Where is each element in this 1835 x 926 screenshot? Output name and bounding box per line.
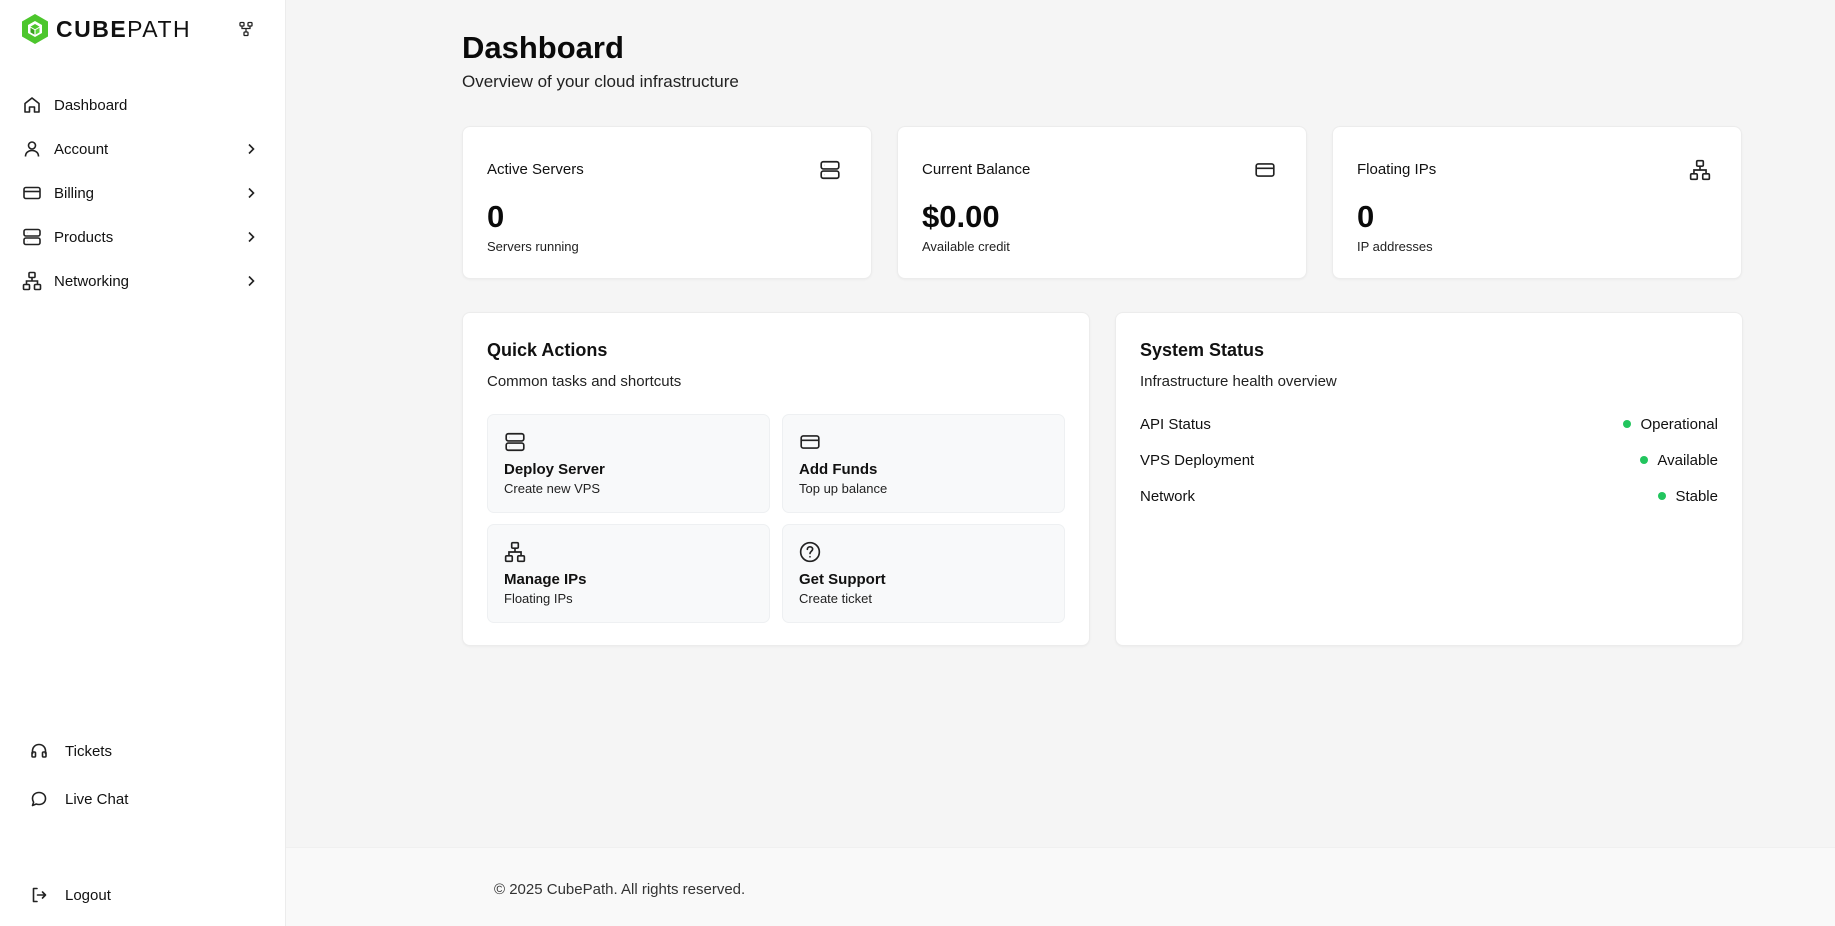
sidebar-item-account[interactable]: Account: [0, 127, 286, 171]
action-title: Deploy Server: [504, 461, 605, 478]
action-subtitle: Create ticket: [799, 591, 872, 606]
main-content: Dashboard Overview of your cloud infrast…: [286, 0, 1835, 926]
action-subtitle: Create new VPS: [504, 481, 601, 496]
home-icon: [22, 95, 42, 115]
sidebar-item-products[interactable]: Products: [0, 215, 286, 259]
chevron-right-icon: [244, 186, 258, 200]
server-icon: [504, 431, 526, 453]
sidebar-item-networking[interactable]: Networking: [0, 259, 286, 303]
status-row-network: Network Stable: [1140, 484, 1718, 508]
status-label: Network: [1140, 487, 1196, 505]
server-icon: [22, 227, 42, 247]
get-support-button[interactable]: Get Support Create ticket: [782, 524, 1065, 623]
status-value: Available: [1657, 451, 1718, 469]
page-subtitle: Overview of your cloud infrastructure: [462, 72, 739, 91]
stat-card-floating-ips: Floating IPs 0 IP addresses: [1332, 126, 1742, 279]
credit-card-icon: [1254, 159, 1276, 181]
stat-title: Floating IPs: [1357, 161, 1437, 178]
quick-actions-panel: Quick Actions Common tasks and shortcuts…: [462, 312, 1090, 646]
panel-title: System Status: [1140, 340, 1265, 360]
sidebar-item-logout[interactable]: Logout: [0, 871, 286, 919]
action-title: Get Support: [799, 571, 886, 588]
sidebar-nav: Dashboard Account Billing Products Netwo…: [0, 83, 286, 303]
chevron-right-icon: [244, 274, 258, 288]
action-subtitle: Top up balance: [799, 481, 888, 496]
sidebar-logout-area: Logout: [0, 871, 286, 919]
add-funds-button[interactable]: Add Funds Top up balance: [782, 414, 1065, 513]
stat-subtitle: Servers running: [487, 239, 579, 254]
stat-subtitle: Available credit: [922, 239, 1010, 254]
sidebar: CUBEPATH Dashboard Account Billing Produ…: [0, 0, 286, 926]
sidebar-item-label: Products: [54, 228, 114, 246]
stat-title: Active Servers: [487, 161, 584, 178]
credit-card-icon: [22, 183, 42, 203]
sidebar-item-label: Billing: [54, 184, 95, 202]
sidebar-item-label: Networking: [54, 272, 130, 290]
sidebar-item-billing[interactable]: Billing: [0, 171, 286, 215]
sidebar-item-label: Account: [54, 140, 109, 158]
stat-value: 0: [1357, 199, 1375, 234]
copyright-text: © 2025 CubePath. All rights reserved.: [494, 881, 746, 898]
credit-card-icon: [799, 431, 821, 453]
brand-name: CUBEPATH: [56, 15, 192, 42]
sidebar-item-live-chat[interactable]: Live Chat: [0, 775, 286, 823]
sidebar-item-label: Dashboard: [54, 96, 128, 114]
footer: © 2025 CubePath. All rights reserved.: [286, 847, 1835, 926]
chevron-right-icon: [244, 230, 258, 244]
chat-icon: [29, 789, 49, 809]
status-row-vps-deployment: VPS Deployment Available: [1140, 448, 1718, 472]
help-circle-icon: [799, 541, 821, 563]
action-title: Add Funds: [799, 461, 878, 478]
panel-subtitle: Common tasks and shortcuts: [487, 373, 682, 390]
headphones-icon: [29, 741, 49, 761]
chevron-right-icon: [244, 142, 258, 156]
action-title: Manage IPs: [504, 571, 587, 588]
stat-title: Current Balance: [922, 161, 1031, 178]
status-value: Stable: [1675, 487, 1718, 505]
status-indicator-dot: [1623, 420, 1632, 428]
stat-subtitle: IP addresses: [1357, 239, 1433, 254]
stat-value: 0: [487, 199, 505, 234]
panel-title: Quick Actions: [487, 340, 608, 360]
sidebar-tree-toggle-icon[interactable]: [235, 18, 257, 40]
sidebar-item-label: Tickets: [65, 742, 112, 760]
sidebar-item-label: Logout: [65, 886, 111, 904]
brand-logo[interactable]: CUBEPATH: [20, 12, 191, 46]
action-subtitle: Floating IPs: [504, 591, 573, 606]
network-icon: [504, 541, 526, 563]
sidebar-item-tickets[interactable]: Tickets: [0, 727, 286, 775]
manage-ips-button[interactable]: Manage IPs Floating IPs: [487, 524, 770, 623]
page-title: Dashboard: [462, 30, 624, 65]
sidebar-bottom-nav: Tickets Live Chat: [0, 727, 286, 823]
status-row-api: API Status Operational: [1140, 412, 1718, 436]
status-label: API Status: [1140, 415, 1211, 433]
status-value: Operational: [1640, 415, 1718, 433]
server-icon: [819, 159, 841, 181]
sidebar-item-label: Live Chat: [65, 790, 129, 808]
cube-logo-icon: [22, 14, 48, 44]
stat-card-current-balance: Current Balance $0.00 Available credit: [897, 126, 1307, 279]
system-status-panel: System Status Infrastructure health over…: [1115, 312, 1743, 646]
panel-subtitle: Infrastructure health overview: [1140, 373, 1337, 390]
user-icon: [22, 139, 42, 159]
status-indicator-dot: [1658, 492, 1667, 500]
network-icon: [22, 271, 42, 291]
deploy-server-button[interactable]: Deploy Server Create new VPS: [487, 414, 770, 513]
logout-icon: [29, 885, 49, 905]
status-label: VPS Deployment: [1140, 451, 1255, 469]
stat-value: $0.00: [922, 199, 1000, 234]
status-indicator-dot: [1640, 456, 1649, 464]
stat-card-active-servers: Active Servers 0 Servers running: [462, 126, 872, 279]
sidebar-item-dashboard[interactable]: Dashboard: [0, 83, 286, 127]
network-icon: [1689, 159, 1711, 181]
